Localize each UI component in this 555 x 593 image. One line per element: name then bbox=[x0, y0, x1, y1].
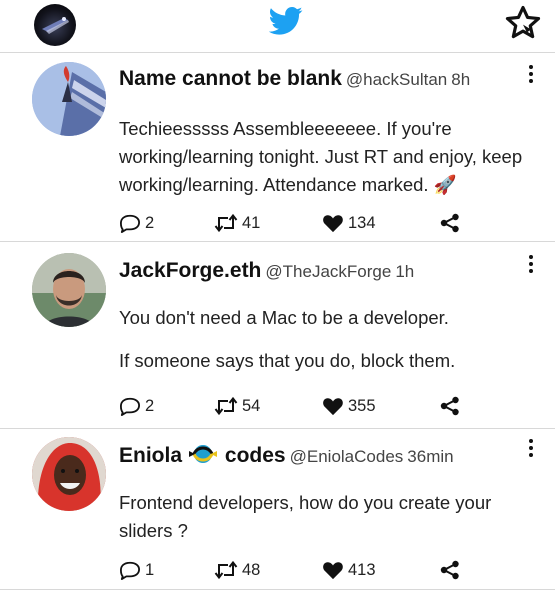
reply-icon bbox=[120, 561, 140, 580]
reply-count: 2 bbox=[145, 396, 155, 415]
heart-icon bbox=[323, 215, 343, 233]
profile-avatar[interactable] bbox=[34, 4, 76, 46]
retweet-count: 54 bbox=[242, 396, 261, 415]
reply-icon bbox=[120, 214, 140, 233]
reply-count: 2 bbox=[145, 213, 155, 232]
retweet-button[interactable]: 54 bbox=[214, 396, 260, 416]
tweet-text: Frontend developers, how do you create y… bbox=[119, 489, 539, 545]
tweet-time: 8h bbox=[451, 70, 471, 89]
tweet-header: JackForge.eth @TheJackForge 1h bbox=[119, 259, 414, 283]
author-name[interactable]: JackForge.eth bbox=[119, 259, 261, 282]
tweet-time: 1h bbox=[395, 262, 415, 281]
like-count: 413 bbox=[348, 560, 376, 579]
retweet-count: 48 bbox=[242, 560, 261, 579]
tweet-actions: 2 54 355 bbox=[119, 396, 539, 418]
divider bbox=[0, 589, 555, 590]
reply-button[interactable]: 1 bbox=[119, 560, 154, 580]
retweet-icon bbox=[214, 213, 238, 233]
like-button[interactable]: 413 bbox=[322, 560, 376, 580]
avatar-graphic bbox=[32, 62, 106, 136]
retweet-count: 41 bbox=[242, 213, 261, 232]
reply-icon bbox=[120, 397, 140, 416]
author-name[interactable]: Eniola bbox=[119, 444, 182, 467]
like-button[interactable]: 355 bbox=[322, 396, 376, 416]
heart-icon bbox=[323, 398, 343, 416]
retweet-button[interactable]: 41 bbox=[214, 213, 260, 233]
author-name-suffix[interactable]: codes bbox=[225, 444, 286, 467]
tweet-header: Eniola codes @EniolaCodes 36min bbox=[119, 443, 454, 468]
like-count: 355 bbox=[348, 396, 376, 415]
like-count: 134 bbox=[348, 213, 376, 232]
tweet-text: Techieesssss Assembleeeeeee. If you're w… bbox=[119, 115, 539, 199]
twitter-bird-icon[interactable] bbox=[269, 6, 303, 36]
share-icon bbox=[440, 396, 459, 416]
reply-button[interactable]: 2 bbox=[119, 396, 154, 416]
author-handle[interactable]: @hackSultan bbox=[346, 70, 447, 89]
author-avatar[interactable] bbox=[32, 62, 106, 136]
heart-icon bbox=[323, 562, 343, 580]
reply-button[interactable]: 2 bbox=[119, 213, 154, 233]
tweet-card[interactable]: JackForge.eth @TheJackForge 1h You don't n… bbox=[0, 242, 555, 428]
tweet-actions: 2 41 134 bbox=[119, 213, 539, 235]
tweet-card[interactable]: Eniola codes @EniolaCodes 36min Frontend d… bbox=[0, 429, 555, 589]
more-options-icon[interactable] bbox=[529, 255, 535, 276]
like-button[interactable]: 134 bbox=[322, 213, 376, 233]
share-button[interactable] bbox=[440, 560, 460, 580]
tweet-text: You don't need a Mac to be a developer. … bbox=[119, 304, 539, 375]
author-handle[interactable]: @TheJackForge bbox=[265, 262, 391, 281]
top-bar bbox=[0, 0, 555, 52]
share-icon bbox=[440, 560, 459, 580]
retweet-icon bbox=[214, 560, 238, 580]
share-button[interactable] bbox=[440, 396, 460, 416]
tweet-time: 36min bbox=[407, 447, 454, 466]
retweet-button[interactable]: 48 bbox=[214, 560, 260, 580]
tweet-paragraph: If someone says that you do, block them. bbox=[119, 350, 456, 371]
author-name[interactable]: Name cannot be blank bbox=[119, 67, 342, 90]
author-avatar[interactable] bbox=[32, 253, 106, 327]
tweet-header: Name cannot be blank @hackSultan 8h bbox=[119, 67, 470, 91]
tweet-actions: 1 48 413 bbox=[119, 560, 539, 582]
share-icon bbox=[440, 213, 459, 233]
tweet-paragraph: You don't need a Mac to be a developer. bbox=[119, 307, 449, 328]
more-options-icon[interactable] bbox=[529, 65, 535, 86]
reply-count: 1 bbox=[145, 560, 155, 579]
author-handle[interactable]: @EniolaCodes bbox=[290, 447, 404, 466]
more-options-icon[interactable] bbox=[529, 439, 535, 460]
avatar-graphic bbox=[32, 437, 106, 511]
avatar-graphic bbox=[32, 253, 106, 327]
emoji-icon bbox=[189, 445, 218, 463]
retweet-icon bbox=[214, 396, 238, 416]
avatar-graphic bbox=[42, 17, 69, 34]
share-button[interactable] bbox=[440, 213, 460, 233]
tweet-paragraph: Techieesssss Assembleeeeeee. If you're w… bbox=[119, 118, 523, 195]
author-avatar[interactable] bbox=[32, 437, 106, 511]
tweet-card[interactable]: Name cannot be blank @hackSultan 8h Techie… bbox=[0, 53, 555, 241]
tweet-paragraph: Frontend developers, how do you create y… bbox=[119, 492, 492, 541]
star-icon[interactable] bbox=[504, 4, 542, 42]
